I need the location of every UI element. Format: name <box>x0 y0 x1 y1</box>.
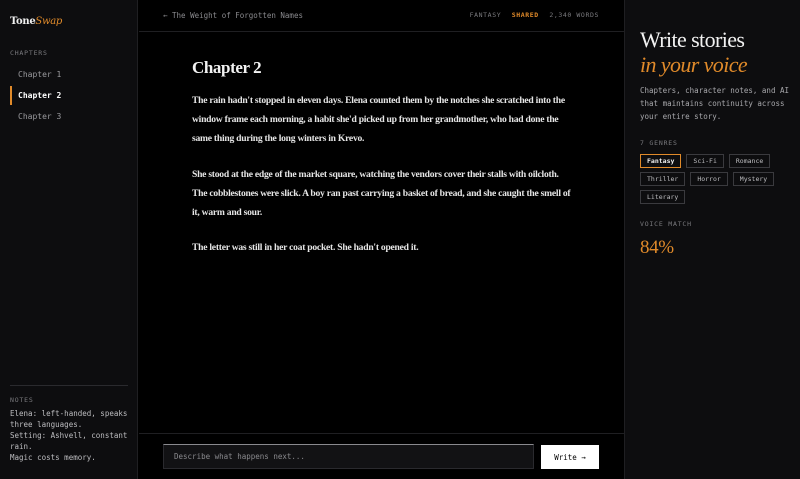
chapters-label: CHAPTERS <box>10 49 48 57</box>
write-button[interactable]: Write → <box>541 445 599 469</box>
notes-label: NOTES <box>10 396 34 404</box>
story-genre: FANTASY <box>469 11 502 19</box>
paragraph-1: The rain hadn't stopped in eleven days. … <box>192 95 565 145</box>
logo-main: Tone <box>10 16 36 27</box>
chapter-list: Chapter 1 Chapter 2 Chapter 3 <box>10 64 128 127</box>
voice-match-value: 84% <box>640 237 674 258</box>
genre-list: Fantasy Sci-Fi Romance Thriller Horror M… <box>640 154 790 204</box>
notes-divider <box>10 385 128 386</box>
word-count: 2,340 WORDS <box>549 11 599 19</box>
hero-heading-accent: in your voice <box>640 52 748 77</box>
sidebar: ToneSwap CHAPTERS Chapter 1 Chapter 2 Ch… <box>0 0 138 479</box>
genre-chip-fantasy[interactable]: Fantasy <box>640 154 682 168</box>
genre-chip-horror[interactable]: Horror <box>690 172 728 186</box>
logo-accent: Swap <box>35 16 62 27</box>
genre-chip-mystery[interactable]: Mystery <box>732 172 775 186</box>
back-to-story-link[interactable]: ← The Weight of Forgotten Names <box>163 11 303 20</box>
paragraph-3: The letter was still in her coat pocket.… <box>192 242 419 254</box>
notes-text[interactable]: Elena: left-handed, speaks three languag… <box>10 408 132 463</box>
chapter-document[interactable]: Chapter 2 The rain hadn't stopped in ele… <box>192 58 572 273</box>
genre-chip-romance[interactable]: Romance <box>728 154 771 168</box>
genre-chip-thriller[interactable]: Thriller <box>640 172 686 186</box>
prompt-input[interactable] <box>163 444 534 469</box>
editor-topbar: ← The Weight of Forgotten Names FANTASY … <box>139 0 624 32</box>
story-meta: FANTASY SHARED 2,340 WORDS <box>464 11 599 19</box>
chapter-title: Chapter 2 <box>192 58 262 77</box>
composer-divider <box>139 433 624 434</box>
hero-heading: Write stories <box>640 27 745 52</box>
paragraph-2: She stood at the edge of the market squa… <box>192 168 571 219</box>
chapter-item-2[interactable]: Chapter 2 <box>10 85 128 106</box>
chapter-item-1[interactable]: Chapter 1 <box>10 64 128 85</box>
chapter-item-3[interactable]: Chapter 3 <box>10 106 128 127</box>
hero-description: Chapters, character notes, and AI that m… <box>640 86 790 121</box>
voice-match-label: VOICE MATCH <box>640 220 692 228</box>
shared-status-badge: SHARED <box>511 11 539 19</box>
genre-chip-literary[interactable]: Literary <box>640 190 686 204</box>
app-logo[interactable]: ToneSwap <box>10 16 62 27</box>
info-panel: Write stories in your voice Chapters, ch… <box>624 0 800 479</box>
genre-chip-sci-fi[interactable]: Sci-Fi <box>686 154 724 168</box>
editor: ← The Weight of Forgotten Names FANTASY … <box>139 0 624 479</box>
genres-label: 7 GENRES <box>640 139 678 147</box>
